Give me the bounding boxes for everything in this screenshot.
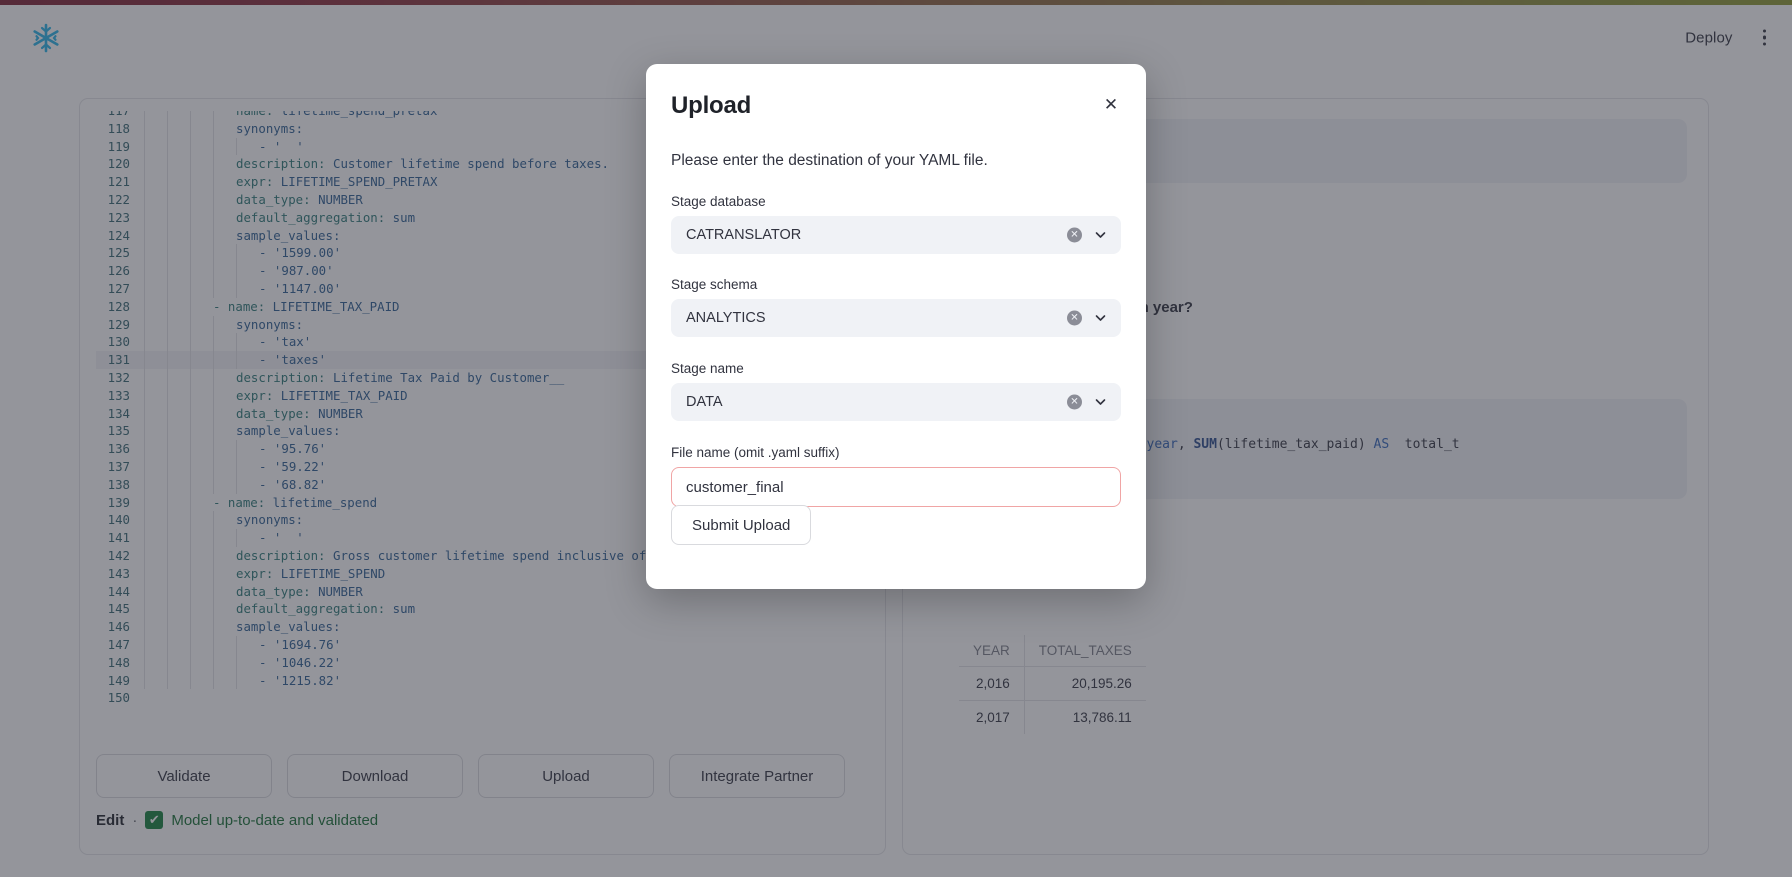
field-file-name: File name (omit .yaml suffix) (671, 445, 1121, 507)
label-stage-name: Stage name (671, 361, 744, 376)
chevron-down-icon[interactable] (1094, 396, 1107, 409)
dialog-subtitle: Please enter the destination of your YAM… (671, 152, 988, 169)
close-icon[interactable]: ✕ (1096, 90, 1126, 120)
dialog-title: Upload (671, 92, 752, 119)
select-stage-name-value: DATA (686, 394, 723, 410)
chevron-down-icon[interactable] (1094, 312, 1107, 325)
submit-upload-button[interactable]: Submit Upload (671, 505, 812, 545)
field-stage-name: Stage name DATA ✕ (671, 361, 1121, 421)
clear-circle-icon[interactable]: ✕ (1067, 227, 1082, 243)
chevron-down-icon[interactable] (1094, 229, 1107, 242)
select-stage-name[interactable]: DATA ✕ (671, 383, 1121, 421)
label-stage-database: Stage database (671, 194, 766, 209)
clear-circle-icon[interactable]: ✕ (1067, 310, 1082, 326)
clear-circle-icon[interactable]: ✕ (1067, 394, 1082, 410)
label-stage-schema: Stage schema (671, 277, 758, 292)
upload-dialog: Upload ✕ Please enter the destination of… (646, 64, 1146, 589)
file-name-input[interactable] (671, 467, 1121, 507)
field-stage-database: Stage database CATRANSLATOR ✕ (671, 194, 1121, 254)
label-file-name: File name (omit .yaml suffix) (671, 445, 840, 460)
field-stage-schema: Stage schema ANALYTICS ✕ (671, 277, 1121, 337)
select-stage-database-value: CATRANSLATOR (686, 227, 802, 243)
select-stage-schema-value: ANALYTICS (686, 310, 766, 326)
select-stage-database[interactable]: CATRANSLATOR ✕ (671, 216, 1121, 254)
select-stage-schema[interactable]: ANALYTICS ✕ (671, 299, 1121, 337)
